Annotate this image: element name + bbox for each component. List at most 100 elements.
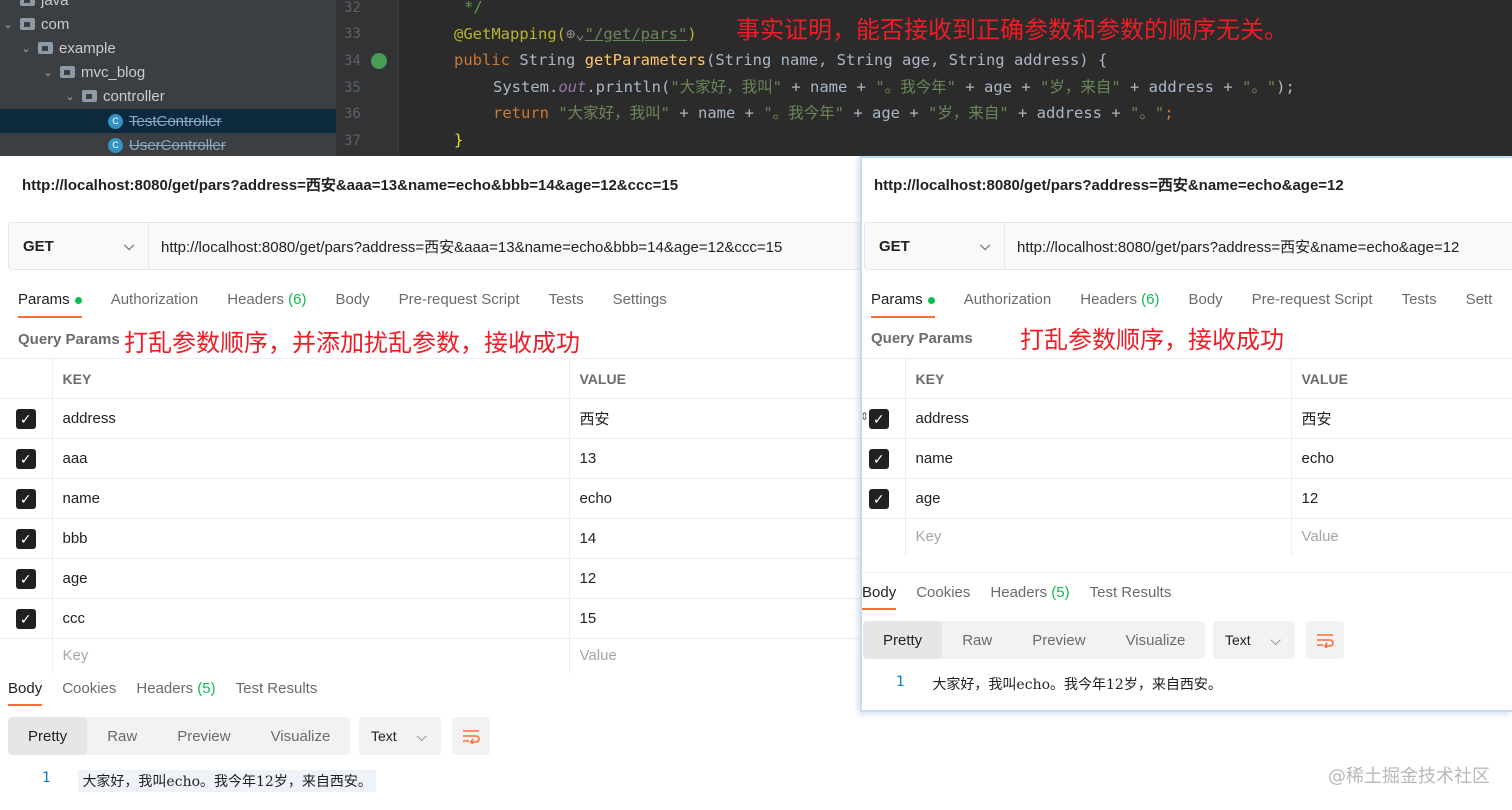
param-key[interactable]: ccc bbox=[52, 598, 570, 639]
tree-node-test-controller[interactable]: C TestController bbox=[0, 109, 336, 133]
key-placeholder[interactable]: Key bbox=[52, 638, 570, 673]
params-table: KEY VALUE ✓ address 西安 ✓ name echo ✓ age 12 Key… bbox=[862, 358, 1512, 555]
tree-node-com[interactable]: ⌄ com bbox=[2, 12, 69, 36]
chevron-down-icon[interactable]: ⌄ bbox=[42, 66, 54, 79]
method-token: getParameters bbox=[584, 51, 707, 69]
param-key[interactable]: name bbox=[52, 478, 570, 519]
row-checkbox[interactable]: ✓ bbox=[0, 478, 53, 519]
tab-cookies[interactable]: Cookies bbox=[62, 680, 116, 697]
view-visualize[interactable]: Visualize bbox=[251, 717, 351, 755]
param-key[interactable]: bbb bbox=[52, 518, 570, 559]
param-value[interactable]: echo bbox=[569, 478, 870, 519]
check-icon: ✓ bbox=[868, 448, 889, 469]
code-line-33: @GetMapping(⊕⌄"/get/pars") bbox=[454, 21, 697, 47]
tab-tests[interactable]: Tests bbox=[549, 291, 584, 308]
tab-prerequest[interactable]: Pre-request Script bbox=[399, 291, 520, 308]
row-checkbox[interactable]: ✓ bbox=[862, 398, 906, 439]
tab-authorization[interactable]: Authorization bbox=[964, 291, 1052, 308]
view-raw[interactable]: Raw bbox=[942, 621, 1012, 659]
chevron-down-icon[interactable]: ⌄ bbox=[2, 18, 14, 31]
tab-response-body[interactable]: Body bbox=[862, 584, 897, 610]
tab-response-headers[interactable]: Headers (5) bbox=[136, 680, 215, 697]
tree-label: java bbox=[41, 0, 69, 9]
tree-node-controller[interactable]: ⌄ controller bbox=[64, 84, 164, 108]
param-key[interactable]: address bbox=[52, 398, 570, 439]
tab-authorization[interactable]: Authorization bbox=[111, 291, 199, 308]
view-raw[interactable]: Raw bbox=[87, 717, 157, 755]
tab-params[interactable]: Params bbox=[871, 291, 935, 318]
line-number: 32 bbox=[344, 0, 361, 16]
view-preview[interactable]: Preview bbox=[157, 717, 250, 755]
param-value[interactable]: echo bbox=[1291, 438, 1512, 479]
string-token: "岁，来自" bbox=[928, 104, 1009, 122]
url-token[interactable]: "/get/pars" bbox=[585, 25, 688, 43]
tab-headers[interactable]: Headers (6) bbox=[1080, 291, 1159, 308]
format-label: Text bbox=[1225, 632, 1251, 648]
param-key[interactable]: age bbox=[905, 478, 1292, 519]
value-placeholder[interactable]: Value bbox=[1291, 518, 1512, 555]
format-select[interactable]: Text ⌵ bbox=[1213, 621, 1295, 659]
response-text[interactable]: 大家好，我叫echo。我今年12岁，来自西安。 bbox=[78, 770, 376, 792]
wrap-lines-button[interactable] bbox=[452, 717, 490, 755]
tab-settings[interactable]: Sett bbox=[1466, 291, 1493, 308]
method-select[interactable]: GET ⌵ bbox=[9, 223, 149, 269]
tab-params[interactable]: Params bbox=[18, 291, 82, 318]
param-value[interactable]: 13 bbox=[569, 438, 870, 479]
view-visualize[interactable]: Visualize bbox=[1106, 621, 1206, 659]
tab-response-headers[interactable]: Headers (5) bbox=[990, 584, 1069, 601]
view-preview[interactable]: Preview bbox=[1012, 621, 1105, 659]
param-key[interactable]: age bbox=[52, 558, 570, 599]
response-tabs: Body Cookies Headers (5) Test Results bbox=[8, 680, 318, 706]
chevron-down-icon[interactable]: ⌄ bbox=[20, 42, 32, 55]
param-value[interactable]: 12 bbox=[1291, 478, 1512, 519]
row-checkbox[interactable]: ✓ bbox=[0, 398, 53, 439]
tab-settings[interactable]: Settings bbox=[613, 291, 667, 308]
param-key[interactable]: name bbox=[905, 438, 1292, 479]
code-token: ; bbox=[1164, 104, 1174, 122]
tab-label: Params bbox=[871, 291, 923, 308]
method-select[interactable]: GET ⌵ bbox=[865, 223, 1005, 269]
param-key[interactable]: aaa bbox=[52, 438, 570, 479]
url-input[interactable]: http://localhost:8080/get/pars?address=西… bbox=[1005, 236, 1459, 257]
param-value[interactable]: 西安 bbox=[569, 398, 870, 439]
row-checkbox[interactable]: ✓ bbox=[862, 478, 906, 519]
param-value[interactable]: 12 bbox=[569, 558, 870, 599]
tab-response-body[interactable]: Body bbox=[8, 680, 43, 706]
wrap-lines-button[interactable] bbox=[1306, 621, 1344, 659]
format-select[interactable]: Text ⌵ bbox=[359, 717, 441, 755]
tab-test-results[interactable]: Test Results bbox=[1090, 584, 1172, 601]
tab-body[interactable]: Body bbox=[1188, 291, 1222, 308]
tab-tests[interactable]: Tests bbox=[1402, 291, 1437, 308]
value-placeholder[interactable]: Value bbox=[569, 638, 870, 673]
tab-body[interactable]: Body bbox=[335, 291, 369, 308]
request-bar: GET ⌵ http://localhost:8080/get/pars?addr… bbox=[864, 222, 1512, 270]
tree-node-example[interactable]: ⌄ example bbox=[20, 36, 115, 60]
row-checkbox[interactable]: ✓ bbox=[0, 438, 53, 479]
tab-cookies[interactable]: Cookies bbox=[916, 584, 970, 601]
tab-prerequest[interactable]: Pre-request Script bbox=[1252, 291, 1373, 308]
line-number: 35 bbox=[344, 80, 361, 96]
param-value[interactable]: 14 bbox=[569, 518, 870, 559]
response-text[interactable]: 大家好，我叫echo。我今年12岁，来自西安。 bbox=[932, 674, 1221, 694]
tree-node-user-controller[interactable]: C UserController bbox=[108, 133, 226, 156]
tab-test-results[interactable]: Test Results bbox=[236, 680, 318, 697]
table-row: ✓ address 西安 bbox=[862, 398, 1512, 439]
tree-node-mvc-blog[interactable]: ⌄ mvc_blog bbox=[42, 60, 145, 84]
row-checkbox[interactable]: ✓ bbox=[0, 598, 53, 639]
table-row: ✓ name echo bbox=[862, 438, 1512, 479]
view-pretty[interactable]: Pretty bbox=[863, 621, 943, 659]
tree-node-java[interactable]: java bbox=[20, 0, 69, 12]
param-value[interactable]: 西安 bbox=[1291, 398, 1512, 439]
row-checkbox[interactable]: ✓ bbox=[0, 518, 53, 559]
run-gutter-icon[interactable] bbox=[371, 53, 387, 69]
view-pretty[interactable]: Pretty bbox=[8, 717, 88, 755]
chevron-down-icon[interactable]: ⌄ bbox=[64, 90, 76, 103]
key-placeholder[interactable]: Key bbox=[905, 518, 1292, 555]
row-checkbox[interactable]: ✓ bbox=[0, 558, 53, 599]
param-value[interactable]: 15 bbox=[569, 598, 870, 639]
string-token: "。我今年" bbox=[875, 78, 956, 96]
url-input[interactable]: http://localhost:8080/get/pars?address=西… bbox=[149, 236, 782, 257]
tab-headers[interactable]: Headers (6) bbox=[227, 291, 306, 308]
param-key[interactable]: address bbox=[905, 398, 1292, 439]
row-checkbox[interactable]: ✓ bbox=[862, 438, 906, 479]
